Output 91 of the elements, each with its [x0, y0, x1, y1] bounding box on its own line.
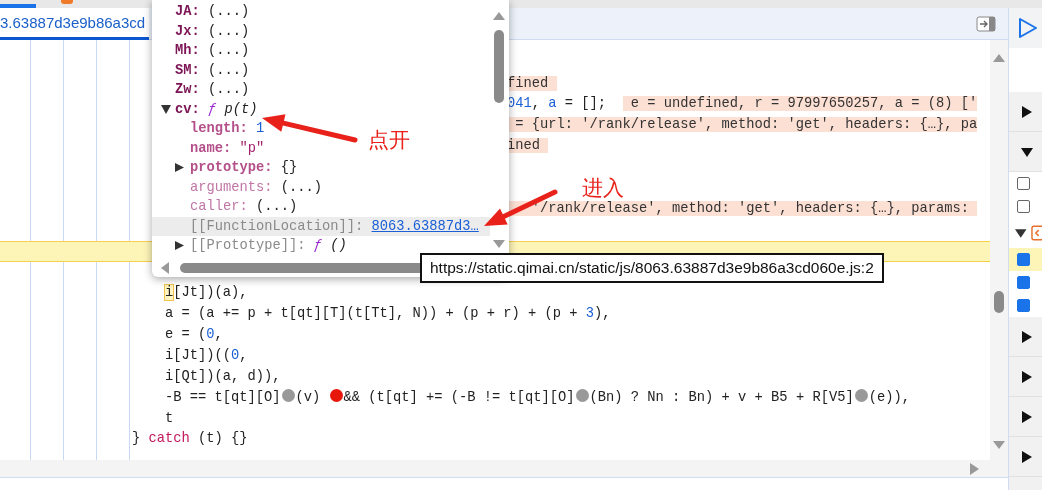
- scroll-left-arrow-icon[interactable]: [161, 262, 169, 274]
- property-value: {}: [280, 160, 298, 175]
- expand-triangle-icon[interactable]: [175, 163, 185, 172]
- code-text: i[Qt])(a, d)),: [165, 368, 281, 384]
- tooltip: https://static.qimai.cn/static/js/8063.63887d3e9b86a3cd060e.js:2: [420, 253, 884, 283]
- code-text: t: [165, 410, 174, 426]
- checkbox[interactable]: [1017, 177, 1030, 190]
- scrollbar-thumb[interactable]: [494, 30, 504, 103]
- property-value: (...): [280, 179, 323, 195]
- property-value: (...): [208, 23, 250, 39]
- annotation-text: 进入: [582, 178, 624, 199]
- code-text: ,: [531, 96, 542, 112]
- property-key: Mh:: [175, 43, 200, 58]
- code-text: 0: [206, 326, 215, 342]
- file-tab[interactable]: 3.63887d3e9b86a3cd: [0, 7, 150, 40]
- scroll-down-arrow-icon[interactable]: [993, 441, 1005, 449]
- collapse-triangle-icon[interactable]: [1015, 227, 1027, 239]
- code-text: (e)),: [868, 389, 910, 405]
- expand-triangle-icon[interactable]: [1021, 105, 1033, 118]
- code-text: catch: [148, 431, 190, 447]
- source-link[interactable]: 8063.63887d3…: [371, 218, 479, 234]
- checkbox[interactable]: [1017, 276, 1030, 289]
- property-key: arguments:: [190, 179, 273, 195]
- property-value: (...): [208, 82, 250, 97]
- code-text: ),: [594, 305, 611, 321]
- checkbox[interactable]: [1017, 299, 1030, 312]
- code-text: }: [132, 431, 142, 447]
- expand-triangle-icon[interactable]: [1021, 370, 1033, 383]
- code-text: (v): [295, 389, 322, 405]
- property-key: Zw:: [175, 82, 200, 97]
- property-value: (): [330, 238, 347, 253]
- property-key: JA:: [175, 4, 200, 19]
- inline-value: e = undefined, r = 97997650257, a = (8) [': [622, 96, 978, 112]
- code-text: = [];: [563, 96, 608, 112]
- property-key: name:: [190, 140, 232, 156]
- function-mark: ƒ: [313, 238, 323, 253]
- property-key: [[Prototype]]:: [190, 238, 306, 253]
- property-key: length:: [190, 121, 248, 136]
- inline-value: = {url: '/rank/release', method: 'get', headers: {…}, pa: [507, 117, 978, 133]
- code-text: 0: [231, 347, 240, 363]
- property-value: "p": [239, 140, 265, 156]
- property-key: [[FunctionLocation]]:: [190, 218, 364, 234]
- code-text: -B == t[qt][O]: [165, 389, 281, 405]
- inline-breakpoint-icon[interactable]: [854, 388, 868, 402]
- inline-value: ined: [507, 138, 549, 154]
- annotation-text: 点开: [368, 130, 410, 151]
- property-key: cv:: [175, 101, 200, 117]
- resume-icon[interactable]: [1017, 17, 1039, 39]
- property-key: Jx:: [175, 23, 200, 39]
- property-value: p(t): [224, 101, 258, 117]
- property-value: (...): [256, 199, 298, 214]
- code-text: a: [548, 96, 557, 112]
- code-text: e = (: [165, 326, 207, 342]
- scroll-right-arrow-icon[interactable]: [970, 463, 979, 475]
- code-text: && (t[qt] += (-B != t[qt][O]: [343, 389, 575, 405]
- code-text: ,: [214, 326, 223, 342]
- expand-triangle-icon[interactable]: [1021, 450, 1033, 463]
- code-text: i[Jt])((: [165, 347, 231, 363]
- inline-breakpoint-icon[interactable]: [281, 388, 295, 402]
- scroll-up-arrow-icon[interactable]: [993, 54, 1005, 62]
- code-text: 3: [585, 305, 595, 321]
- inline-breakpoint-icon[interactable]: [329, 388, 343, 402]
- expand-triangle-icon[interactable]: [1021, 410, 1033, 423]
- tab-icon: [61, 0, 73, 4]
- code-text: a = (a += p + t[qt][T](t[Tt], N)) + (p + r) + (p +: [165, 305, 579, 321]
- property-row[interactable]: [[FunctionLocation]]: 8063.63887d3…: [152, 216, 490, 236]
- property-key: SM:: [175, 62, 200, 78]
- checkbox[interactable]: [1017, 253, 1030, 266]
- scroll-down-arrow-icon[interactable]: [493, 240, 505, 248]
- execution-token: i: [165, 284, 174, 300]
- scroll-up-arrow-icon[interactable]: [493, 12, 505, 20]
- property-value: (...): [208, 4, 250, 19]
- property-value: 1: [256, 121, 265, 136]
- expand-triangle-icon[interactable]: [175, 241, 185, 250]
- checkbox[interactable]: [1017, 200, 1030, 213]
- collapse-triangle-icon[interactable]: [161, 104, 171, 114]
- property-key: prototype:: [190, 160, 273, 175]
- code-text: (t) {}: [197, 431, 248, 447]
- property-value: (...): [208, 43, 250, 58]
- function-mark: ƒ: [208, 101, 217, 117]
- code-text: ,: [239, 347, 248, 363]
- scrollbar-thumb[interactable]: [994, 291, 1004, 313]
- property-key: caller:: [190, 199, 248, 214]
- inline-breakpoint-icon[interactable]: [575, 388, 589, 402]
- collapse-triangle-icon[interactable]: [1021, 145, 1033, 158]
- toggle-sidebar-icon[interactable]: [976, 15, 996, 32]
- expand-triangle-icon[interactable]: [1021, 330, 1033, 343]
- code-text: (Bn) ? Nn : Bn) + v + B5 + R[V5]: [589, 389, 854, 405]
- property-value: (...): [208, 62, 250, 78]
- inline-value: '/rank/release', method: 'get', headers: {…}, params:: [507, 201, 978, 217]
- inline-value: fined: [507, 75, 557, 91]
